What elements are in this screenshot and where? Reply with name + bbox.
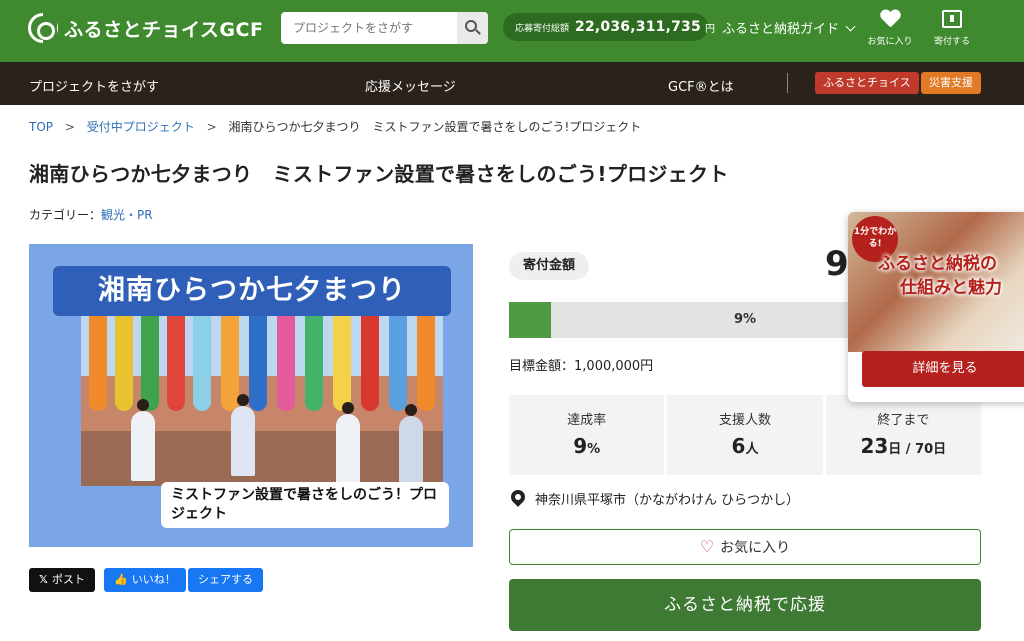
nav-divider [787,73,788,93]
x-logo-icon: 𝕏 [39,573,48,586]
map-pin-icon [511,490,525,508]
favorites-header-label: お気に入り [867,37,913,47]
stat-supporters: 支援人数 6人 [667,395,823,475]
stat-days-remaining: 終了まで 23日 / 70日 [825,395,981,475]
category-label: カテゴリー： [29,208,102,222]
donate-button[interactable]: ふるさと納税で応援 [509,579,981,631]
target-amount-value: 1,000,000円 [574,359,654,374]
nav-item-search-projects[interactable]: プロジェクトをさがす [29,76,159,95]
logo-text: ふるさとチョイスGCF [64,18,264,41]
hero-caption-text: ミストファン設置で暑さをしのごう！プロジェクト [161,482,449,528]
donate-box-icon [942,10,962,28]
stat-value: 6 [731,434,746,458]
project-hero-image: 湘南ひらつか七夕まつり ミストファン設置で暑さをしのごう！プロジェクト [29,244,473,547]
breadcrumb-separator: > [206,120,217,134]
promo-title-line1: ふるさと納税の [878,254,997,274]
promo-details-button[interactable]: 詳細を見る [862,351,1024,387]
category-link[interactable]: 観光・PR [101,208,153,222]
chevron-down-icon [845,21,856,32]
stat-value: 23 [860,434,889,458]
stat-label: 終了まで [877,413,930,428]
site-logo[interactable]: ふるさとチョイスGCF [28,12,263,44]
total-donations-label: 応募寄付総額 [515,23,570,34]
nav-tag-furusato-choice[interactable]: ふるさとチョイス [815,72,919,94]
total-donations-value: 22,036,311,735 [575,19,701,35]
site-header: ふるさとチョイスGCF 応募寄付総額 22,036,311,735 円 ふるさと… [0,0,1024,62]
search-button[interactable] [457,12,488,44]
x-post-label: ポスト [51,573,85,586]
search-input[interactable] [281,12,457,44]
breadcrumb: TOP > 受付中プロジェクト > 湘南ひらつか七夕まつり ミストファン設置で暑… [29,118,641,135]
stat-label: 達成率 [567,413,607,428]
funding-stats: 達成率 9% 支援人数 6人 終了まで 23日 / 70日 [509,395,981,475]
facebook-share-button[interactable]: シェアする [188,568,263,592]
donate-header-label: 寄付する [933,37,970,47]
favorites-button-label: お気に入り [720,540,791,556]
donation-amount-value: 9 [825,244,849,284]
location-text: 神奈川県平塚市（かながわけん ひらつかし） [535,493,800,508]
heart-icon [880,10,900,28]
stat-label: 支援人数 [718,413,771,428]
logo-mark-icon [28,13,58,43]
nav-item-about-gcf[interactable]: GCF®とは [668,76,734,95]
breadcrumb-separator: > [64,120,75,134]
stat-achievement-rate: 達成率 9% [509,395,665,475]
search-box [281,12,488,44]
heart-outline-icon: ♡ [699,537,715,556]
add-to-favorites-button[interactable]: ♡ お気に入り [509,529,981,565]
project-location: 神奈川県平塚市（かながわけん ひらつかし） [511,489,799,508]
x-post-button[interactable]: 𝕏 ポスト [29,568,95,592]
hero-banner-text: 湘南ひらつか七夕まつり [53,266,451,316]
nav-tag-disaster-support[interactable]: 災害支援 [921,72,981,94]
furusato-promo-card[interactable]: 1分でわかる! ふるさと納税の 仕組みと魅力 詳細を見る [848,212,1024,402]
festival-photo [81,316,443,486]
target-amount-label: 目標金額： [509,359,575,374]
breadcrumb-open-projects[interactable]: 受付中プロジェクト [87,120,195,134]
thumbs-up-icon: 👍 [114,573,128,586]
furusato-guide-menu[interactable]: ふるさと納税ガイド [722,18,856,37]
nav-item-messages[interactable]: 応援メッセージ [365,76,456,95]
guide-label: ふるさと納税ガイド [722,22,840,37]
page-title: 湘南ひらつか七夕まつり ミストファン設置で暑さをしのごう!プロジェクト [29,162,729,186]
breadcrumb-top[interactable]: TOP [29,120,53,134]
donate-header-button[interactable]: 寄付する [924,10,980,47]
stat-unit: % [587,442,601,457]
like-label: いいね！ [131,573,176,586]
favorites-header-button[interactable]: お気に入り [862,10,918,47]
target-amount: 目標金額：1,000,000円 [509,355,653,374]
share-label: シェアする [198,573,253,586]
total-donations-unit: 円 [704,23,715,35]
breadcrumb-current: 湘南ひらつか七夕まつり ミストファン設置で暑さをしのごう!プロジェクト [228,120,642,134]
donation-amount-label: 寄付金額 [509,252,590,280]
stat-unit: 日 / 70日 [888,442,947,457]
project-category: カテゴリー：観光・PR [29,206,153,223]
stat-value: 9 [573,434,588,458]
total-donations-badge: 応募寄付総額 22,036,311,735 円 [503,13,715,41]
facebook-like-button[interactable]: 👍 いいね！ [104,568,186,592]
promo-title-line2: 仕組みと魅力 [900,278,1002,298]
main-nav: プロジェクトをさがす 応援メッセージ GCF®とは ふるさとチョイス 災害支援 [0,62,1024,105]
stat-unit: 人 [745,442,759,457]
promo-title: ふるさと納税の 仕組みと魅力 [878,252,1024,300]
